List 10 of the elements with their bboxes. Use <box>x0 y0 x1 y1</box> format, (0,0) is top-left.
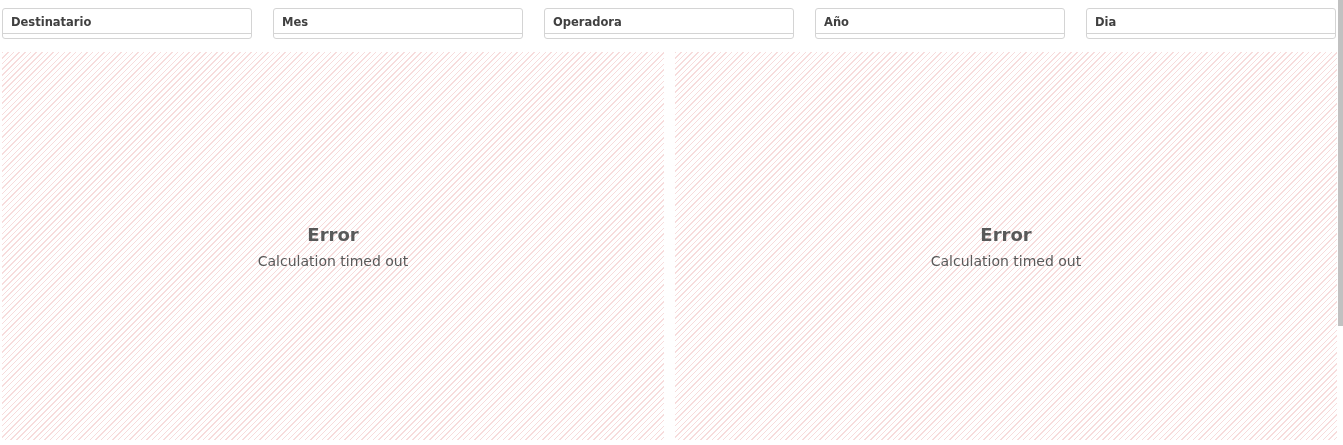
filter-pane[interactable]: Mes <box>273 8 523 39</box>
error-title: Error <box>980 223 1032 245</box>
filter-pane[interactable]: Operadora <box>544 8 794 39</box>
error-message: Calculation timed out <box>257 252 409 269</box>
error-title: Error <box>307 223 359 245</box>
filter-pane[interactable]: Dia <box>1086 8 1336 39</box>
error-message: Calculation timed out <box>930 252 1082 269</box>
filter-pane[interactable]: Año <box>815 8 1065 39</box>
filter-pane[interactable]: Destinatario <box>2 8 252 39</box>
scrollbar-thumb[interactable] <box>1338 0 1343 326</box>
